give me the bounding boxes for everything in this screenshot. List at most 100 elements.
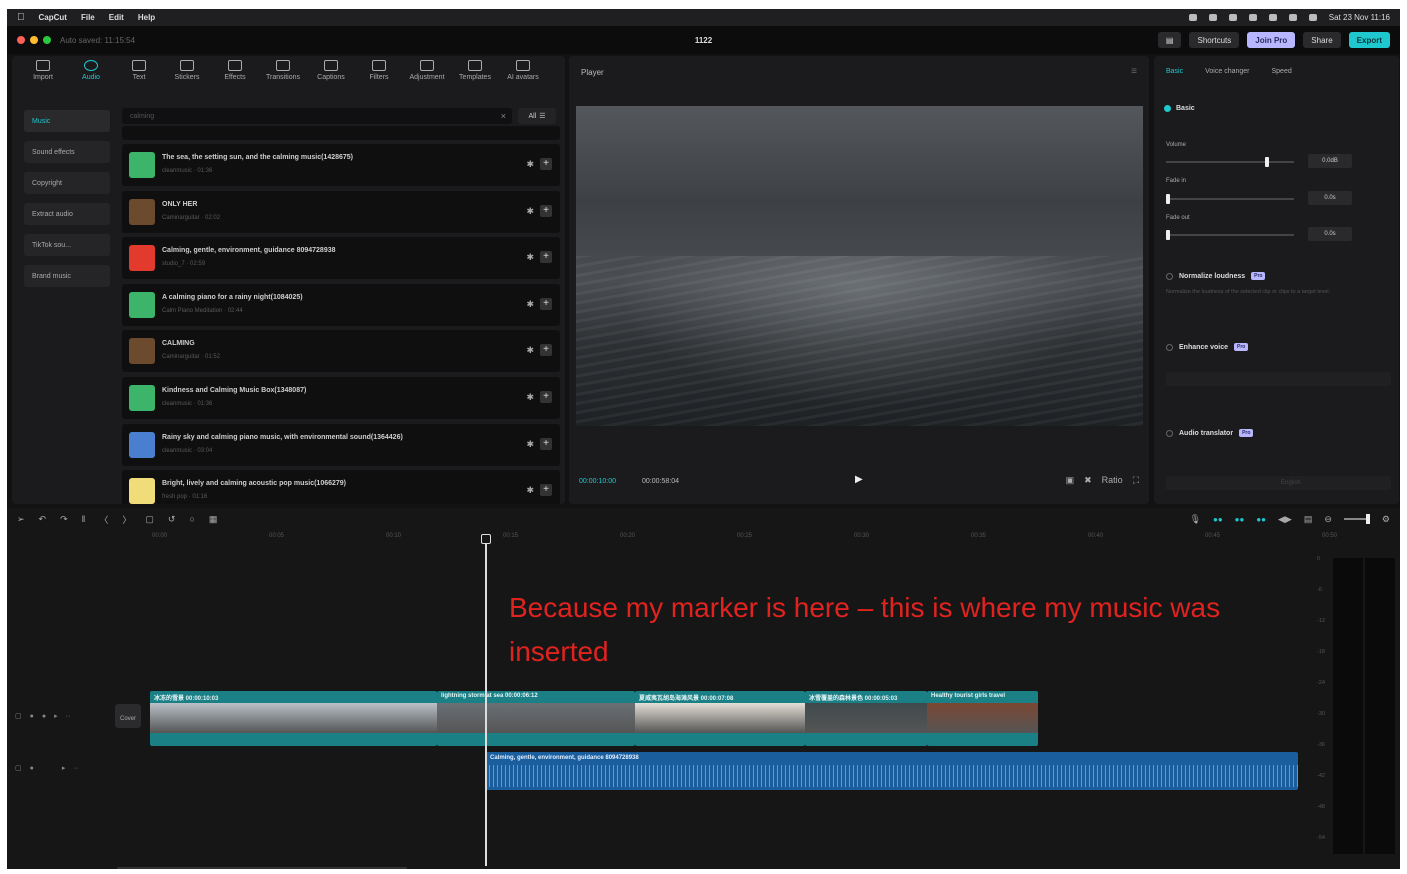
shape-icon[interactable]: ○ xyxy=(189,514,194,524)
wifi-icon[interactable] xyxy=(1288,14,1297,21)
split-icon[interactable]: ‖ xyxy=(82,514,86,524)
video-preview[interactable] xyxy=(576,106,1143,426)
play-button[interactable]: ▶ xyxy=(855,474,863,485)
add-track-button[interactable]: + xyxy=(540,344,552,357)
volume-slider-knob[interactable] xyxy=(1265,157,1270,167)
tool-captions[interactable]: Captions xyxy=(308,60,354,96)
filter-dropdown[interactable]: All ☰ xyxy=(518,108,556,124)
tab-voice-changer[interactable]: Voice changer xyxy=(1205,68,1249,75)
favorite-icon[interactable]: ✱ xyxy=(526,252,534,263)
tool-effects[interactable]: Effects xyxy=(212,60,258,96)
track-audio-icon[interactable]: ▸ xyxy=(62,764,66,772)
list-item[interactable]: The sea, the setting sun, and the calmin… xyxy=(122,144,560,186)
list-item[interactable]: A calming piano for a rainy night(108402… xyxy=(122,283,560,326)
status-icon[interactable] xyxy=(1248,14,1257,21)
video-clip[interactable]: lightning storm at sea 00:00:06:12 xyxy=(437,691,635,746)
track-lock-icon[interactable]: ▢ xyxy=(15,712,22,720)
basic-section-toggle[interactable]: Basic xyxy=(1164,105,1195,112)
caption-icon[interactable]: ▤ xyxy=(1304,514,1313,525)
export-button[interactable]: Export xyxy=(1348,32,1390,48)
track-more-icon[interactable]: ·· xyxy=(66,713,71,720)
join-pro-button[interactable]: Join Pro xyxy=(1247,32,1296,48)
delete-icon[interactable]: ▢ xyxy=(145,514,154,525)
redo-icon[interactable]: ↷ xyxy=(60,514,68,525)
fade-out-value-field[interactable]: 0.0s xyxy=(1308,227,1352,241)
category-extract-audio[interactable]: Extract audio xyxy=(24,203,110,225)
track-audio-icon[interactable]: ▸ xyxy=(54,712,58,720)
project-title[interactable]: 1122 xyxy=(695,36,712,45)
tool-audio[interactable]: Audio xyxy=(68,60,114,96)
list-item[interactable]: ONLY HER Caminarguitar · 02:02 ✱ + xyxy=(122,190,560,233)
tool-filters[interactable]: Filters xyxy=(356,60,402,96)
audio-search-input[interactable]: calming × xyxy=(122,108,512,124)
favorite-icon[interactable]: ✱ xyxy=(526,485,534,496)
linkage-icon[interactable]: ●● xyxy=(1256,515,1266,524)
basic-checkbox[interactable] xyxy=(1164,105,1171,112)
enhance-voice-toggle[interactable]: Enhance voice Pro xyxy=(1166,343,1249,351)
rotate-icon[interactable]: ↺ xyxy=(168,514,176,525)
status-icon[interactable] xyxy=(1188,14,1197,21)
category-tiktok-sou-[interactable]: TikTok sou... xyxy=(24,234,110,256)
menubar-clock[interactable]: Sat 23 Nov 11:16 xyxy=(1329,13,1390,22)
tab-basic[interactable]: Basic xyxy=(1166,68,1183,75)
ratio-button[interactable]: Ratio xyxy=(1102,475,1123,486)
search-icon[interactable] xyxy=(1308,14,1317,21)
volume-value-field[interactable]: 0.0dB xyxy=(1308,154,1352,168)
tool-templates[interactable]: Templates xyxy=(452,60,498,96)
category-sound-effects[interactable]: Sound effects xyxy=(24,141,110,163)
status-icon[interactable] xyxy=(1228,14,1237,21)
menu-edit[interactable]: Edit xyxy=(109,13,124,22)
more-icon[interactable]: ≡ xyxy=(1131,66,1137,77)
enhance-checkbox[interactable] xyxy=(1166,343,1173,351)
tab-speed[interactable]: Speed xyxy=(1272,68,1292,75)
status-icon[interactable] xyxy=(1208,14,1217,21)
add-track-button[interactable]: + xyxy=(540,204,552,217)
add-track-button[interactable]: + xyxy=(540,390,552,403)
list-item[interactable]: CALMING Caminarguitar · 01:52 ✱ + xyxy=(122,330,560,373)
add-track-button[interactable]: + xyxy=(540,251,552,264)
apple-icon[interactable]:  xyxy=(17,12,25,23)
favorite-icon[interactable]: ✱ xyxy=(526,439,534,450)
favorite-icon[interactable]: ✱ xyxy=(526,299,534,310)
category-copyright[interactable]: Copyright xyxy=(24,172,110,194)
list-item[interactable]: Calming, gentle, environment, guidance 8… xyxy=(122,237,560,280)
preview-axis-icon[interactable]: ◀▶ xyxy=(1278,514,1292,525)
volume-slider[interactable] xyxy=(1166,157,1294,167)
list-item[interactable] xyxy=(122,126,560,140)
share-button[interactable]: Share xyxy=(1303,32,1341,48)
video-clip[interactable]: 冰冻的雪景 00:00:10:03 xyxy=(150,691,437,746)
normalize-checkbox[interactable] xyxy=(1166,272,1173,280)
add-track-button[interactable]: + xyxy=(540,158,552,170)
split-left-icon[interactable]: 〈 xyxy=(99,513,108,526)
layout-button[interactable]: ▤ xyxy=(1157,32,1182,48)
cover-button[interactable]: Cover xyxy=(115,704,141,728)
crop-icon[interactable]: ▦ xyxy=(209,514,218,525)
favorite-icon[interactable]: ✱ xyxy=(526,345,534,356)
tool-stickers[interactable]: Stickers xyxy=(164,60,210,96)
split-right-icon[interactable]: 〉 xyxy=(122,513,131,526)
zoom-slider-knob[interactable] xyxy=(1365,514,1370,524)
favorite-icon[interactable]: ✱ xyxy=(526,159,534,170)
undo-icon[interactable]: ↶ xyxy=(39,514,47,525)
track-more-icon[interactable]: ·· xyxy=(73,765,78,772)
normalize-loudness-toggle[interactable]: Normalize loudness Pro xyxy=(1166,272,1266,280)
battery-icon[interactable] xyxy=(1268,14,1277,21)
auto-snap-icon[interactable]: ●● xyxy=(1235,515,1245,524)
playhead[interactable] xyxy=(485,534,487,866)
fade-in-slider-knob[interactable] xyxy=(1166,194,1170,204)
playhead-handle[interactable] xyxy=(481,534,491,544)
tool-transitions[interactable]: Transitions xyxy=(260,60,306,96)
crop-icon[interactable]: ✖ xyxy=(1084,475,1092,486)
video-clip[interactable]: Healthy tourist girls travel xyxy=(927,691,1038,746)
video-clip[interactable]: 冰雪覆盖的森林景色 00:00:05:03 xyxy=(805,691,927,746)
close-window-button[interactable] xyxy=(17,36,25,44)
clear-search-icon[interactable]: × xyxy=(501,111,506,121)
fade-out-slider[interactable] xyxy=(1166,230,1294,240)
zoom-slider[interactable] xyxy=(1343,514,1370,524)
microphone-icon[interactable]: 🎙 xyxy=(1190,514,1201,525)
translator-checkbox[interactable] xyxy=(1166,429,1173,437)
zoom-window-button[interactable] xyxy=(43,36,51,44)
snapshot-icon[interactable]: ▣ xyxy=(1066,475,1075,486)
minimize-window-button[interactable] xyxy=(30,36,38,44)
tool-ai-avatars[interactable]: AI avatars xyxy=(500,60,546,96)
